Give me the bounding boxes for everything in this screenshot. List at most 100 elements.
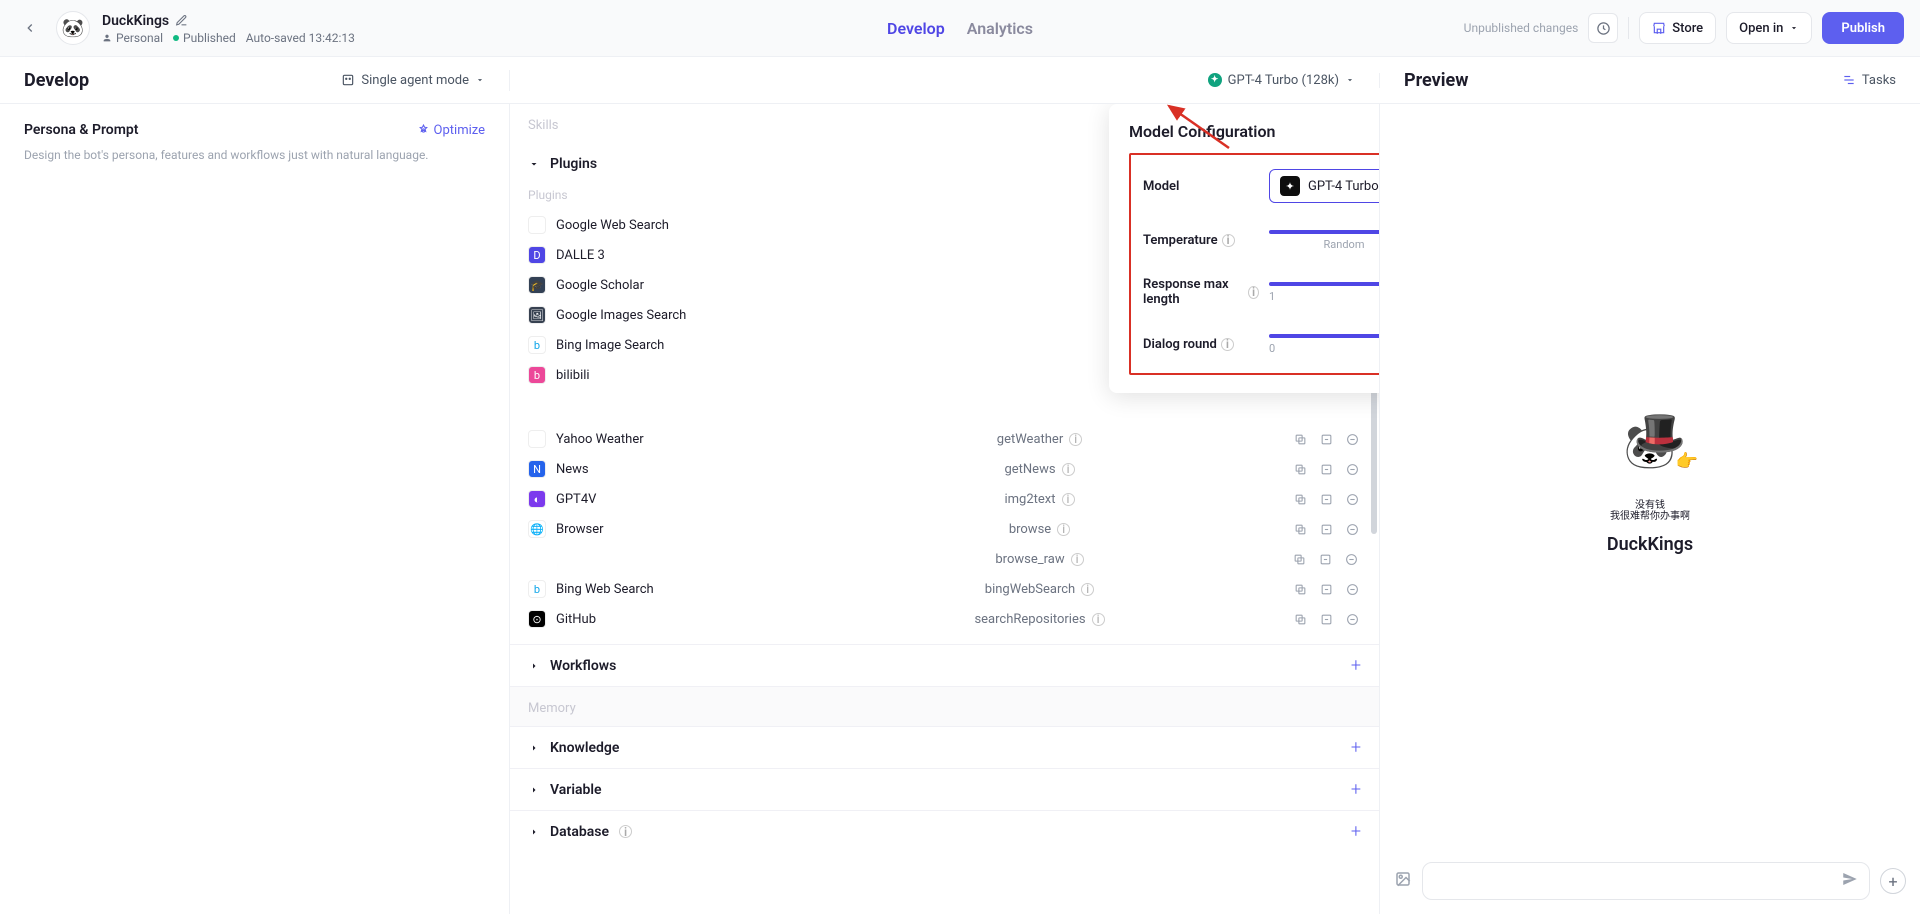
send-button[interactable]: [1841, 870, 1859, 892]
copy-icon[interactable]: [1291, 520, 1309, 538]
api-name: img2text: [1004, 492, 1055, 507]
info-icon[interactable]: i: [1062, 463, 1075, 476]
chevron-right-icon: [528, 826, 540, 838]
copy-icon[interactable]: [1291, 550, 1309, 568]
plugin-api-row: ◐ GPT4V img2texti: [510, 484, 1379, 514]
plugin-name: Browser: [556, 522, 604, 537]
info-icon[interactable]: i: [1248, 286, 1259, 299]
info-icon[interactable]: i: [1222, 234, 1235, 247]
chat-extras-button[interactable]: +: [1880, 868, 1906, 894]
info-icon[interactable]: i: [1081, 583, 1094, 596]
plugin-api-row: b Bing Web Search bingWebSearchi: [510, 574, 1379, 604]
database-expander[interactable]: Databasei +: [510, 810, 1379, 852]
remove-icon[interactable]: [1343, 550, 1361, 568]
plugin-name: GitHub: [556, 612, 596, 627]
plugin-icon: D: [528, 246, 546, 264]
remove-icon[interactable]: [1343, 520, 1361, 538]
temperature-slider[interactable]: Random: [1269, 230, 1380, 251]
plugin-icon: b: [528, 366, 546, 384]
copy-icon[interactable]: [1291, 490, 1309, 508]
variable-expander[interactable]: Variable +: [510, 768, 1379, 810]
subbar: Develop Single agent mode ✦ GPT-4 Turbo …: [0, 56, 1920, 104]
edit-icon[interactable]: [1317, 550, 1335, 568]
api-name: bingWebSearch: [985, 582, 1075, 597]
open-in-button[interactable]: Open in: [1726, 12, 1812, 44]
plugin-icon: N: [528, 460, 546, 478]
info-icon[interactable]: i: [1071, 553, 1084, 566]
remove-icon[interactable]: [1343, 610, 1361, 628]
plugin-icon: G: [528, 216, 546, 234]
info-icon[interactable]: i: [1062, 493, 1075, 506]
edit-icon[interactable]: [1317, 520, 1335, 538]
plugin-name: Google Scholar: [556, 278, 644, 293]
persona-description: Design the bot's persona, features and w…: [24, 146, 485, 164]
persona-title: Persona & Prompt: [24, 122, 138, 138]
maxlen-slider[interactable]: 14096: [1269, 282, 1380, 303]
chevron-right-icon: [528, 784, 540, 796]
copy-icon[interactable]: [1291, 580, 1309, 598]
main: Persona & Prompt Optimize Design the bot…: [0, 104, 1920, 914]
maxlen-label: Response max lengthi: [1143, 277, 1259, 307]
copy-icon[interactable]: [1291, 430, 1309, 448]
model-config-popover: Model Configuration Model ✦ GPT-4 Turbo …: [1109, 104, 1380, 393]
plugin-icon: ⊙: [528, 610, 546, 628]
info-icon[interactable]: i: [1221, 338, 1234, 351]
remove-icon[interactable]: [1343, 430, 1361, 448]
copy-icon[interactable]: [1291, 460, 1309, 478]
plugin-name: Google Images Search: [556, 308, 686, 323]
edit-icon[interactable]: [1317, 460, 1335, 478]
workflows-add-button[interactable]: +: [1351, 655, 1361, 676]
bot-avatar: 🐼: [56, 11, 90, 45]
bot-info: DuckKings Personal Published Auto-saved …: [102, 12, 355, 45]
edit-icon[interactable]: [1317, 580, 1335, 598]
edit-icon[interactable]: [1317, 490, 1335, 508]
persona-panel: Persona & Prompt Optimize Design the bot…: [0, 104, 510, 914]
model-selector-trigger[interactable]: ✦ GPT-4 Turbo (128k): [1208, 73, 1355, 88]
plugin-name: Google Web Search: [556, 218, 669, 233]
optimize-button[interactable]: Optimize: [417, 123, 485, 138]
tasks-button[interactable]: Tasks: [1842, 73, 1896, 88]
api-name: browse_raw: [995, 552, 1064, 567]
chevron-right-icon: [528, 742, 540, 754]
edit-icon[interactable]: [1317, 610, 1335, 628]
info-icon[interactable]: i: [1069, 433, 1082, 446]
store-button[interactable]: Store: [1639, 12, 1716, 44]
tab-analytics[interactable]: Analytics: [967, 19, 1033, 38]
plugin-api-row: 🌐 Browser browsei: [510, 514, 1379, 544]
chat-input[interactable]: [1422, 862, 1870, 900]
meta-personal: Personal: [102, 31, 163, 45]
agent-mode-selector[interactable]: Single agent mode: [341, 73, 485, 88]
bot-name: DuckKings: [102, 13, 169, 29]
copy-icon[interactable]: [1291, 610, 1309, 628]
plugin-name: GPT4V: [556, 492, 596, 507]
tab-develop[interactable]: Develop: [887, 19, 945, 38]
edit-name-icon[interactable]: [175, 12, 188, 31]
knowledge-expander[interactable]: Knowledge +: [510, 727, 1379, 768]
back-button[interactable]: [16, 14, 44, 42]
knowledge-add-button[interactable]: +: [1351, 737, 1361, 758]
remove-icon[interactable]: [1343, 580, 1361, 598]
edit-icon[interactable]: [1317, 430, 1335, 448]
publish-button[interactable]: Publish: [1822, 12, 1904, 44]
history-button[interactable]: [1588, 13, 1618, 43]
topbar-right: Unpublished changes Store Open in Publis…: [1464, 12, 1904, 44]
database-add-button[interactable]: +: [1351, 821, 1361, 842]
remove-icon[interactable]: [1343, 490, 1361, 508]
round-slider[interactable]: 030: [1269, 334, 1380, 355]
topbar-left: 🐼 DuckKings Personal Published Auto-save…: [16, 11, 355, 45]
plugin-name: Bing Image Search: [556, 338, 664, 353]
api-name: searchRepositories: [974, 612, 1085, 627]
attach-button[interactable]: [1394, 870, 1412, 892]
remove-icon[interactable]: [1343, 460, 1361, 478]
workflows-expander[interactable]: Workflows +: [510, 644, 1379, 686]
plugin-api-row: ⊙ GitHub searchRepositories i: [510, 604, 1379, 634]
info-icon[interactable]: i: [1092, 613, 1105, 626]
info-icon[interactable]: i: [1057, 523, 1070, 536]
plugin-api-row: N News getNewsi: [510, 454, 1379, 484]
plugin-api-row: browse_raw i: [510, 544, 1379, 574]
variable-add-button[interactable]: +: [1351, 779, 1361, 800]
info-icon[interactable]: i: [619, 825, 632, 838]
model-select[interactable]: ✦ GPT-4 Turbo (128k): [1269, 169, 1380, 203]
preview-caption: 没有钱 我很难帮你办事啊: [1610, 500, 1690, 522]
memory-header: Memory: [510, 686, 1379, 727]
